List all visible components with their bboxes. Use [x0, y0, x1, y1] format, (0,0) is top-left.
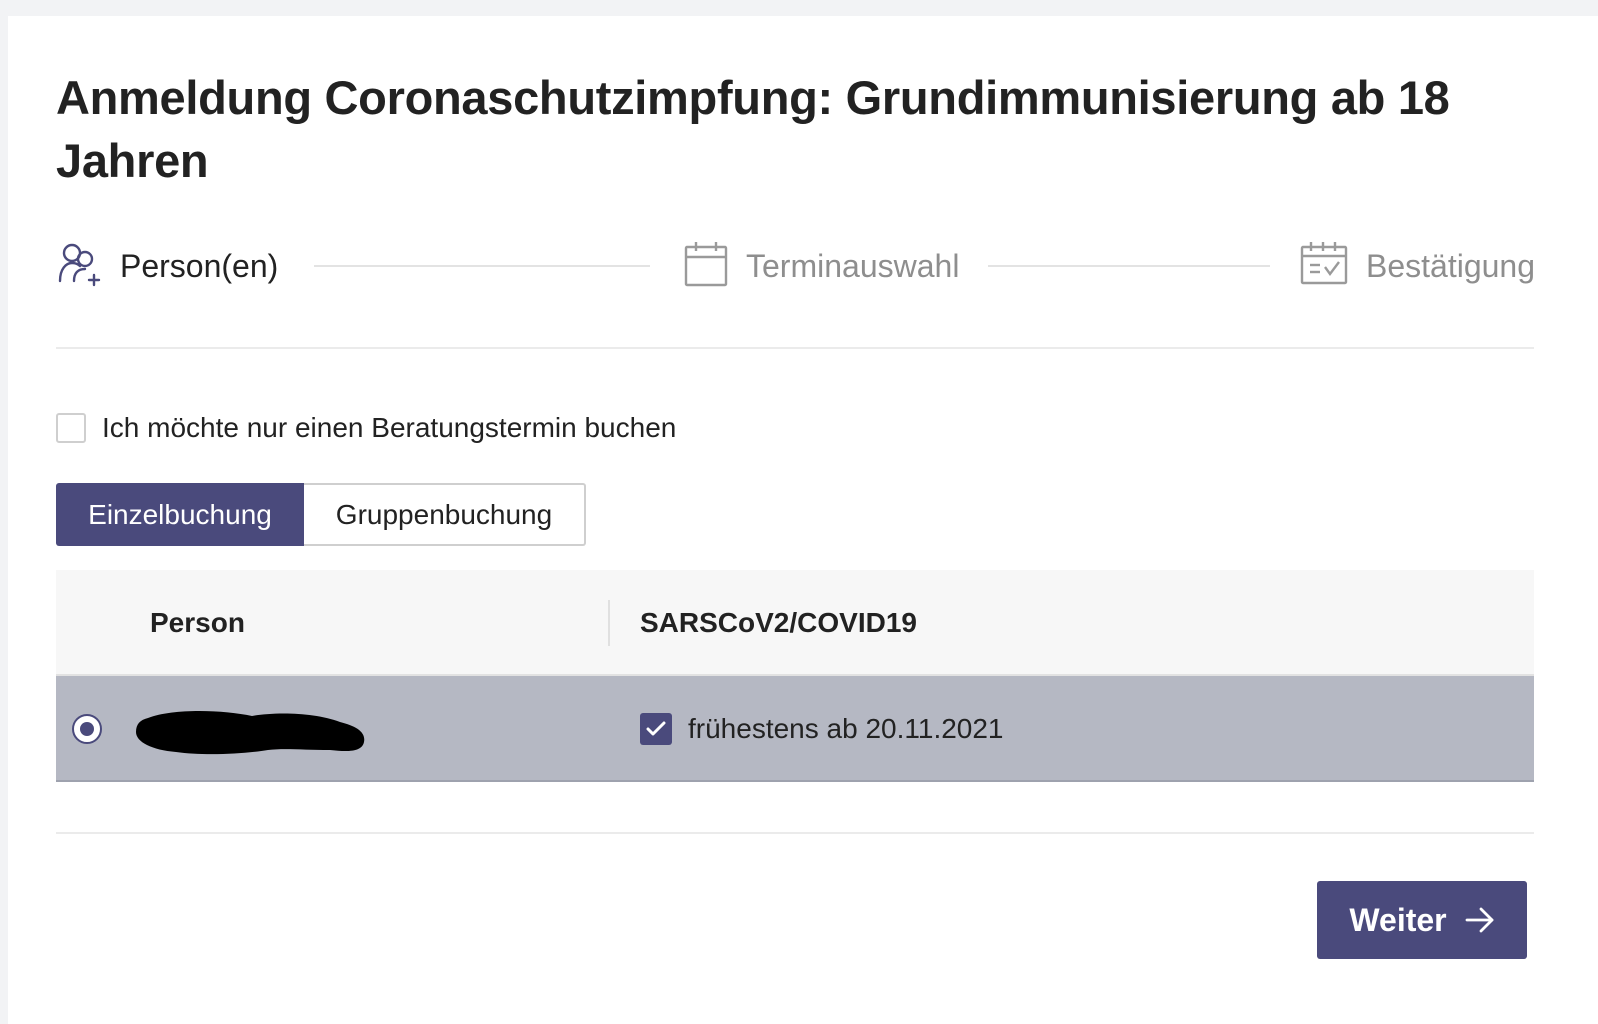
- step-appointment: Terminauswahl: [684, 238, 959, 294]
- person-add-icon: [56, 241, 102, 292]
- step-label: Bestätigung: [1366, 247, 1536, 284]
- main-card: Anmeldung Coronaschutzimpfung: Grundimmu…: [8, 16, 1598, 1024]
- vaccine-checkbox[interactable]: [640, 713, 672, 745]
- radio-dot: [80, 722, 94, 736]
- person-radio[interactable]: [72, 714, 102, 744]
- vaccine-cell: frühestens ab 20.11.2021: [640, 676, 1004, 782]
- section-divider: [56, 832, 1534, 834]
- consultation-option[interactable]: Ich möchte nur einen Beratungstermin buc…: [56, 412, 676, 444]
- table-header: Person SARSCoV2/COVID19: [56, 570, 1534, 676]
- booking-stepper: Person(en) Terminauswahl Bestätigung: [56, 238, 1535, 294]
- column-separator: [608, 600, 610, 646]
- page-title: Anmeldung Coronaschutzimpfung: Grundimmu…: [56, 71, 1450, 187]
- group-booking-button[interactable]: Gruppenbuchung: [304, 483, 586, 546]
- redacted-person-name: [134, 704, 368, 763]
- consultation-checkbox[interactable]: [56, 413, 86, 443]
- arrow-right-icon: [1465, 907, 1495, 933]
- section-divider: [56, 347, 1534, 349]
- step-connector: [988, 265, 1270, 267]
- column-header-vaccine: SARSCoV2/COVID19: [640, 607, 917, 638]
- next-button-label: Weiter: [1349, 901, 1447, 938]
- step-connector: [314, 265, 650, 267]
- single-booking-button[interactable]: Einzelbuchung: [56, 483, 304, 546]
- vaccine-date-label: frühestens ab 20.11.2021: [688, 713, 1004, 744]
- table-row[interactable]: frühestens ab 20.11.2021: [56, 676, 1534, 782]
- person-table: Person SARSCoV2/COVID19 frühestens ab 20…: [56, 570, 1534, 782]
- next-button[interactable]: Weiter: [1317, 881, 1527, 959]
- column-header-person: Person: [150, 607, 245, 638]
- consultation-label[interactable]: Ich möchte nur einen Beratungstermin buc…: [102, 412, 676, 444]
- step-persons: Person(en): [56, 238, 278, 294]
- step-label: Terminauswahl: [746, 247, 960, 284]
- calendar-check-icon: [1300, 241, 1348, 292]
- step-confirmation: Bestätigung: [1300, 238, 1535, 294]
- booking-type-toggle: Einzelbuchung Gruppenbuchung: [56, 483, 586, 546]
- step-label: Person(en): [120, 247, 279, 284]
- calendar-icon: [684, 241, 728, 292]
